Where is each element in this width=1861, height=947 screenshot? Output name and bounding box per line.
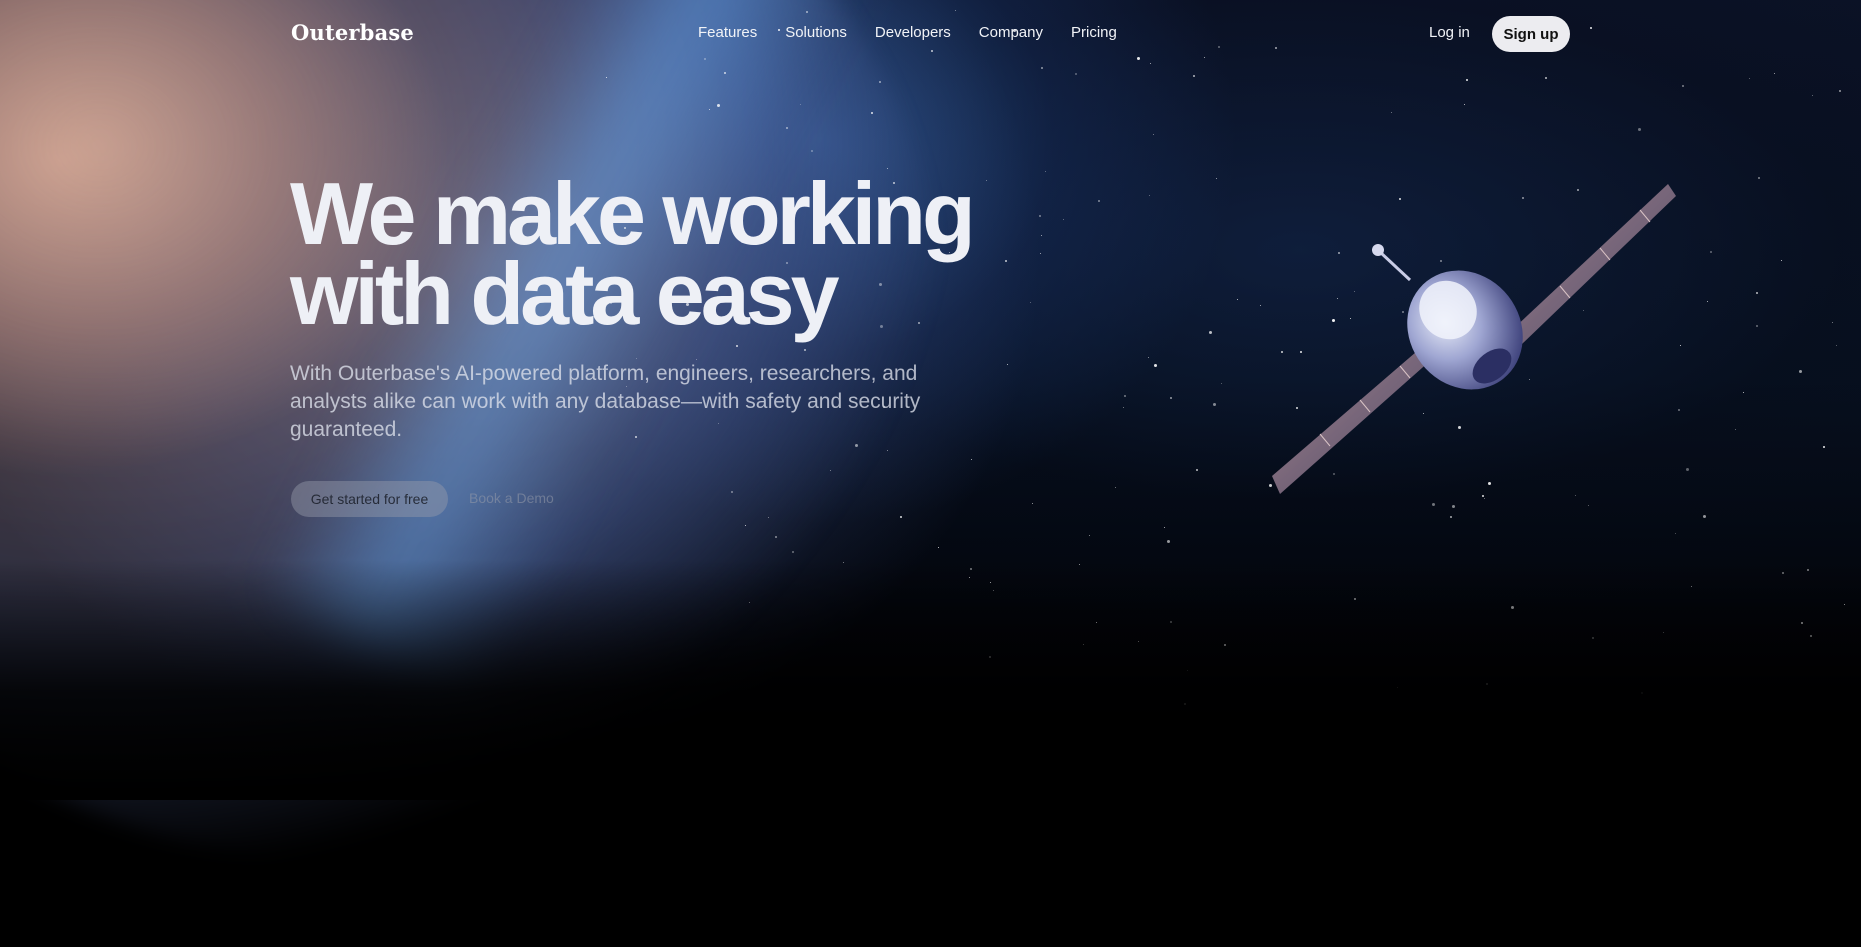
star xyxy=(1710,251,1713,254)
star xyxy=(937,546,939,548)
star xyxy=(854,444,858,448)
star xyxy=(1685,468,1689,472)
star xyxy=(1147,357,1149,359)
star xyxy=(791,550,794,553)
login-link[interactable]: Log in xyxy=(1429,24,1470,41)
star xyxy=(1152,133,1154,135)
star xyxy=(1154,364,1157,368)
star xyxy=(1031,502,1033,504)
star xyxy=(1213,402,1217,406)
star xyxy=(1757,177,1760,180)
nav-link-developers[interactable]: Developers xyxy=(875,24,951,41)
star xyxy=(1734,429,1736,431)
star xyxy=(1192,74,1195,77)
star xyxy=(1097,199,1100,202)
star xyxy=(810,150,813,153)
star xyxy=(1682,84,1685,87)
get-started-button[interactable]: Get started for free xyxy=(291,481,448,517)
star xyxy=(1063,219,1065,221)
star xyxy=(730,491,733,494)
top-navigation: Outerbase Features Solutions Developers … xyxy=(0,0,1861,68)
star xyxy=(1123,406,1125,408)
star xyxy=(1124,395,1127,398)
star xyxy=(1216,178,1218,180)
star xyxy=(1680,344,1682,346)
star xyxy=(1464,103,1466,105)
star xyxy=(1799,370,1803,374)
star xyxy=(1835,344,1837,346)
star xyxy=(1208,330,1212,334)
star xyxy=(1115,486,1117,488)
star xyxy=(767,516,769,518)
nav-links: Features Solutions Developers Company Pr… xyxy=(698,24,1145,41)
star xyxy=(1044,171,1046,173)
star xyxy=(1823,445,1826,448)
star xyxy=(1832,321,1834,323)
star xyxy=(1237,299,1239,301)
star xyxy=(900,515,903,518)
outerbase-logo[interactable]: Outerbase xyxy=(291,20,414,45)
star xyxy=(1748,77,1750,79)
star xyxy=(1755,324,1758,327)
star xyxy=(1743,391,1745,393)
star xyxy=(1755,292,1758,295)
star xyxy=(1465,78,1468,81)
star xyxy=(1703,515,1707,519)
star xyxy=(785,127,788,130)
star xyxy=(1839,90,1842,93)
star xyxy=(1390,112,1392,114)
signup-button[interactable]: Sign up xyxy=(1492,16,1570,52)
hero-title-line-2: with data easy xyxy=(290,244,840,343)
star xyxy=(1707,300,1709,302)
bottom-fade xyxy=(0,560,1861,800)
hero-subtitle: With Outerbase's AI-powered platform, en… xyxy=(290,362,921,441)
star xyxy=(1545,77,1548,80)
nav-link-features[interactable]: Features xyxy=(698,24,757,41)
star xyxy=(1195,469,1198,472)
star xyxy=(1773,72,1775,74)
star xyxy=(870,111,873,114)
star xyxy=(1164,527,1166,529)
star xyxy=(971,459,973,461)
book-demo-link[interactable]: Book a Demo xyxy=(469,490,554,506)
nav-link-pricing[interactable]: Pricing xyxy=(1071,24,1117,41)
star xyxy=(1781,259,1783,261)
star xyxy=(1006,363,1008,365)
star xyxy=(1166,539,1170,543)
star xyxy=(1170,397,1173,400)
star xyxy=(1149,194,1151,196)
star xyxy=(708,109,710,111)
star xyxy=(1220,382,1222,384)
star xyxy=(1812,94,1814,96)
star xyxy=(774,536,777,539)
star xyxy=(1075,73,1078,76)
satellite-icon xyxy=(1272,184,1676,494)
star xyxy=(1089,535,1091,537)
hero-title: We make working with data easy xyxy=(290,170,1050,338)
star xyxy=(1638,128,1642,132)
nav-link-solutions[interactable]: Solutions xyxy=(785,24,847,41)
nav-link-company[interactable]: Company xyxy=(979,24,1043,41)
